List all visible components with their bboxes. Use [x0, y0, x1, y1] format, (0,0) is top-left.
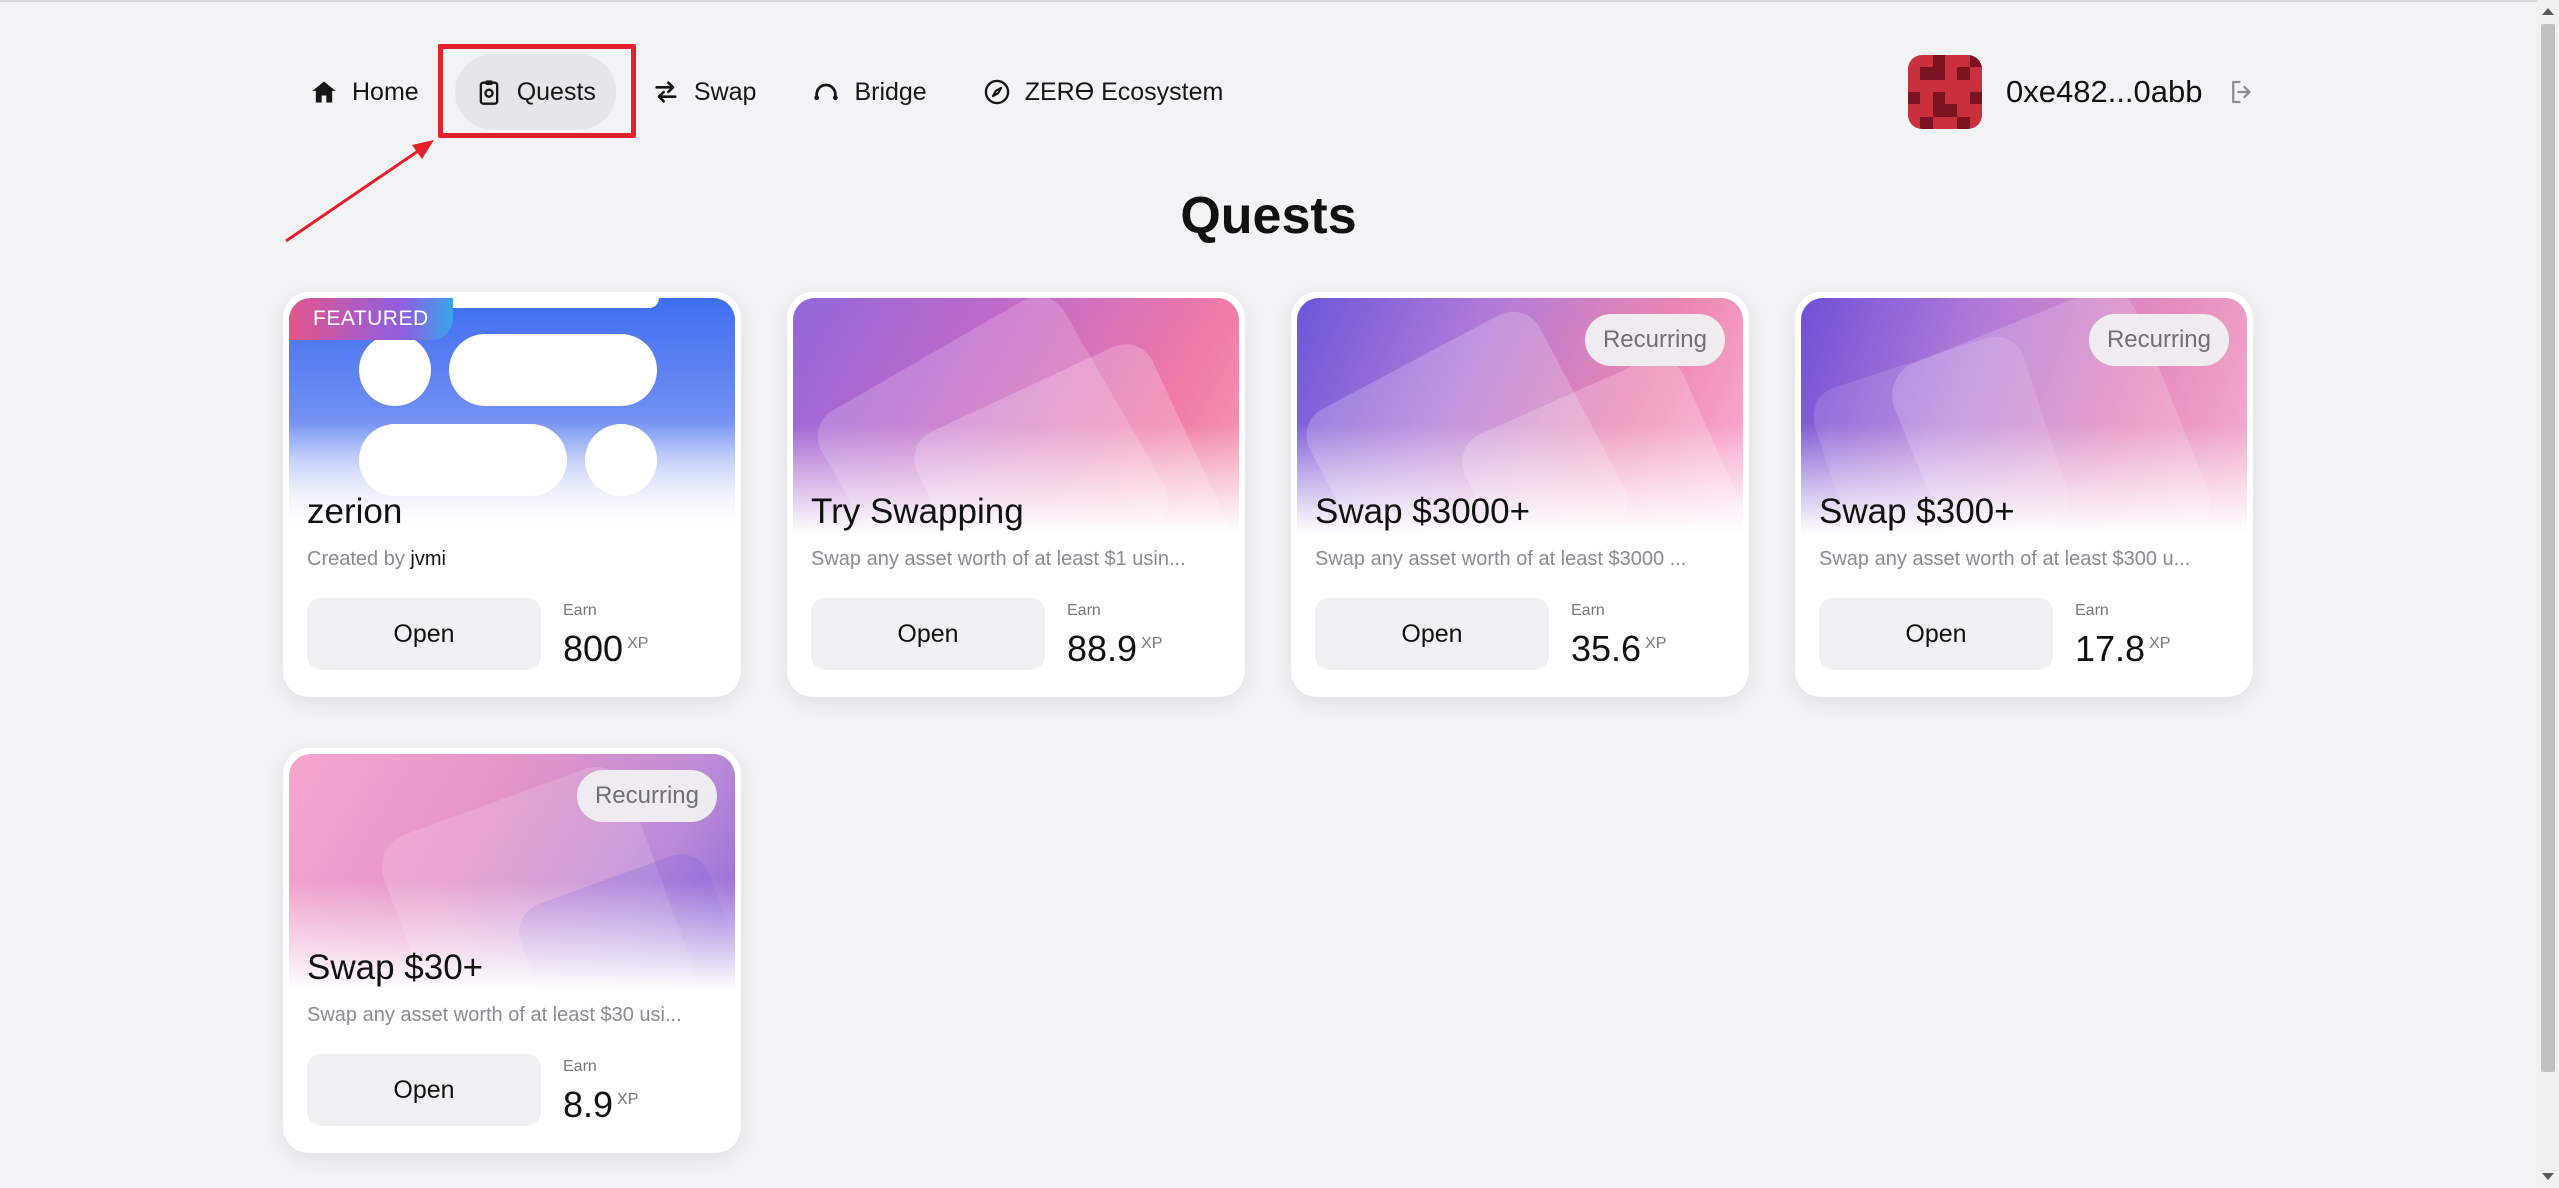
- top-border: [0, 0, 2537, 2]
- quest-card-swap-300[interactable]: Recurring Swap $300+ Swap any asset wort…: [1795, 292, 2253, 697]
- card-description: Swap any asset worth of at least $300 u.…: [1819, 548, 2191, 570]
- open-button[interactable]: Open: [1315, 598, 1549, 670]
- earn-label: Earn: [1067, 602, 1101, 619]
- earn-value: 35.6 XP: [1571, 628, 1666, 670]
- quest-card-swap-3000[interactable]: Recurring Swap $3000+ Swap any asset wor…: [1291, 292, 1749, 697]
- recurring-badge: Recurring: [576, 770, 717, 822]
- earn-amount: 800: [563, 628, 624, 669]
- recurring-badge: Recurring: [1584, 314, 1725, 366]
- main-nav: Home Quests Swap Bridge ZERϴ Ecosystem: [290, 52, 1243, 132]
- xp-unit: XP: [2149, 635, 2171, 652]
- card-title: Swap $30+: [307, 948, 484, 987]
- quest-card-try-swapping[interactable]: Try Swapping Swap any asset worth of at …: [787, 292, 1245, 697]
- earn-label: Earn: [1571, 602, 1605, 619]
- nav-label: Quests: [516, 77, 596, 106]
- card-title: Try Swapping: [811, 492, 1024, 531]
- earn-label: Earn: [2075, 602, 2109, 619]
- quest-card-zerion[interactable]: FEATURED zerion Created by jvmi Open Ear…: [283, 292, 741, 697]
- card-creator: Created by jvmi: [307, 548, 725, 571]
- earn-value: 17.8 XP: [2075, 628, 2170, 670]
- home-icon: [310, 78, 338, 106]
- nav-item-home[interactable]: Home: [290, 54, 439, 130]
- creator-name: jvmi: [410, 548, 446, 570]
- nav-label: Swap: [693, 77, 757, 106]
- open-button[interactable]: Open: [307, 598, 541, 670]
- scroll-thumb[interactable]: [2541, 24, 2555, 1072]
- bridge-icon: [812, 78, 840, 106]
- created-by-label: Created by: [307, 548, 405, 570]
- account-area: 0xe482...0abb: [1908, 55, 2257, 129]
- nav-item-swap[interactable]: Swap: [632, 54, 777, 130]
- open-button[interactable]: Open: [1819, 598, 2053, 670]
- logout-icon[interactable]: [2227, 77, 2257, 107]
- open-button[interactable]: Open: [811, 598, 1045, 670]
- earn-label: Earn: [563, 1058, 597, 1075]
- open-button[interactable]: Open: [307, 1054, 541, 1126]
- nav-item-quests[interactable]: Quests: [454, 54, 616, 130]
- avatar[interactable]: [1908, 55, 1982, 129]
- xp-unit: XP: [617, 1091, 639, 1108]
- nav-item-ecosystem[interactable]: ZERϴ Ecosystem: [963, 54, 1244, 130]
- recurring-badge: Recurring: [2088, 314, 2229, 366]
- xp-unit: XP: [1645, 635, 1667, 652]
- scroll-up-icon[interactable]: [2542, 8, 2554, 15]
- nav-label: Home: [352, 77, 419, 106]
- featured-badge: FEATURED: [289, 298, 453, 340]
- earn-amount: 17.8: [2075, 628, 2146, 669]
- scrollbar[interactable]: [2537, 0, 2559, 1188]
- quest-card-swap-30[interactable]: Recurring Swap $30+ Swap any asset worth…: [283, 748, 741, 1153]
- card-title: Swap $300+: [1819, 492, 2015, 531]
- card-title: zerion: [307, 492, 403, 531]
- card-description: Swap any asset worth of at least $3000 .…: [1315, 548, 1687, 570]
- earn-amount: 35.6: [1571, 628, 1642, 669]
- earn-amount: 8.9: [563, 1084, 614, 1125]
- xp-unit: XP: [627, 635, 649, 652]
- earn-label: Earn: [563, 602, 597, 619]
- wallet-address[interactable]: 0xe482...0abb: [2006, 74, 2203, 110]
- card-title: Swap $3000+: [1315, 492, 1531, 531]
- earn-value: 8.9 XP: [563, 1084, 638, 1126]
- nav-item-bridge[interactable]: Bridge: [792, 54, 946, 130]
- earn-value: 800 XP: [563, 628, 648, 670]
- swap-arrows-icon: [652, 78, 680, 106]
- scroll-down-icon[interactable]: [2542, 1173, 2554, 1180]
- page-title: Quests: [1180, 187, 1357, 245]
- clipboard-icon: [475, 78, 503, 106]
- earn-value: 88.9 XP: [1067, 628, 1162, 670]
- card-description: Swap any asset worth of at least $30 usi…: [307, 1004, 682, 1026]
- nav-label: Bridge: [854, 77, 927, 106]
- compass-icon: [983, 78, 1011, 106]
- card-description: Swap any asset worth of at least $1 usin…: [811, 548, 1186, 570]
- xp-unit: XP: [1141, 635, 1163, 652]
- earn-amount: 88.9: [1067, 628, 1138, 669]
- nav-label: ZERϴ Ecosystem: [1024, 77, 1224, 106]
